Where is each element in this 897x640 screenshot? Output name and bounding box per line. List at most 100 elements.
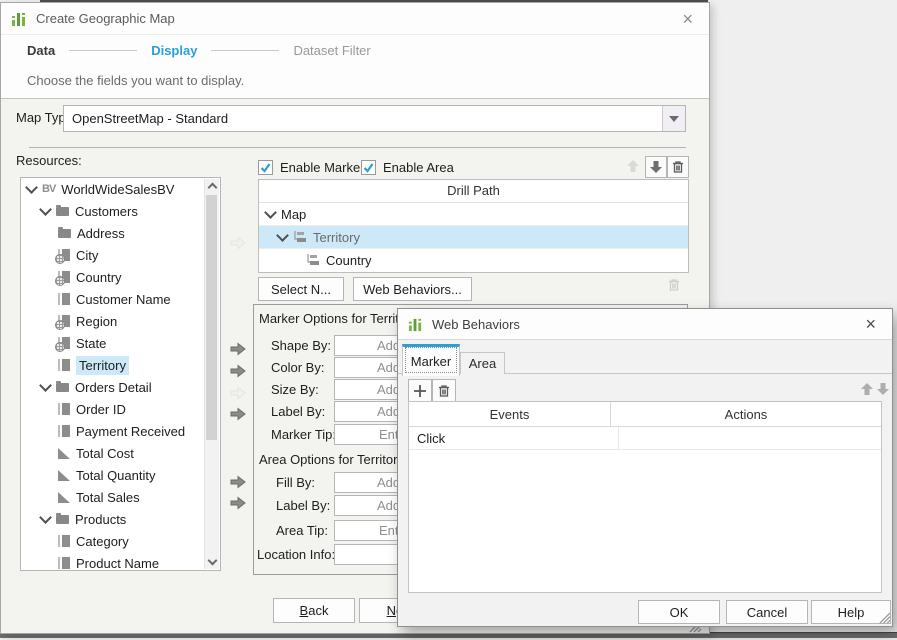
tree-item-address[interactable]: Address [21, 222, 220, 244]
tree-item-customer-name[interactable]: Customer Name [21, 288, 220, 310]
globe-icon [55, 276, 65, 286]
tree-item-order-id[interactable]: Order ID [21, 398, 220, 420]
close-icon[interactable]: × [676, 10, 699, 28]
tree-item-orders-detail[interactable]: Orders Detail [21, 376, 220, 398]
move-right-arrow-disabled [228, 383, 248, 402]
tree-item-country[interactable]: Country [21, 266, 220, 288]
back-button-mnemonic: B [300, 603, 309, 618]
tab-area[interactable]: Area [460, 352, 505, 374]
chevron-down-icon[interactable] [25, 181, 38, 194]
tree-item-label: Customers [75, 204, 138, 219]
move-right-arrow[interactable] [228, 339, 248, 358]
tree-item-worldwidesalesbv[interactable]: BV WorldWideSalesBV [21, 178, 220, 200]
tree-item-territory[interactable]: Territory [21, 354, 220, 376]
tree-item-category[interactable]: Category [21, 530, 220, 552]
dimension-field-icon [58, 359, 70, 371]
tree-item-label: Payment Received [76, 424, 185, 439]
delete-drill-button[interactable] [667, 156, 689, 178]
help-button-label: Help [838, 605, 865, 620]
geo-field-icon [58, 315, 70, 327]
tree-item-label: Product Name [76, 556, 159, 571]
chevron-down-icon[interactable] [39, 379, 52, 392]
tree-item-city[interactable]: City [21, 244, 220, 266]
add-event-button[interactable] [408, 379, 432, 402]
move-right-arrow[interactable] [228, 493, 248, 512]
tree-item-label-selected: Territory [76, 356, 129, 375]
drill-row-map[interactable]: Map [259, 203, 688, 226]
wizard-connector [69, 50, 137, 51]
enable-area-checkbox[interactable]: Enable Area [361, 160, 454, 175]
scroll-up-icon[interactable] [208, 183, 218, 193]
fill-by-label: Fill By: [276, 475, 315, 490]
location-info-label: Location Info: [257, 547, 335, 562]
map-type-dropdown[interactable]: OpenStreetMap - Standard [63, 105, 686, 132]
drill-row-country[interactable]: Country [259, 249, 688, 271]
tree-item-label: Total Cost [76, 446, 134, 461]
chevron-down-icon[interactable] [264, 206, 277, 219]
tree-item-product-name[interactable]: Product Name [21, 552, 220, 574]
geo-field-icon [58, 337, 70, 349]
scroll-down-icon[interactable] [208, 556, 218, 566]
tree-item-total-quantity[interactable]: Total Quantity [21, 464, 220, 486]
marker-options-title: Marker Options for Territory [259, 311, 417, 326]
move-right-arrow[interactable] [228, 404, 248, 423]
resources-label: Resources: [16, 153, 82, 168]
back-button[interactable]: Back [273, 598, 355, 623]
label-by-label: Label By: [271, 404, 325, 419]
web-behaviors-title: Web Behaviors [432, 317, 520, 332]
tree-item-label: Orders Detail [75, 380, 152, 395]
web-behaviors-button[interactable]: Web Behaviors... [353, 277, 472, 301]
enable-marker-label: Enable Marker [280, 160, 365, 175]
tree-item-label: State [76, 336, 106, 351]
wizard-step-dataset-filter[interactable]: Dataset Filter [293, 43, 370, 58]
ok-button[interactable]: OK [638, 600, 720, 624]
tree-item-state[interactable]: State [21, 332, 220, 354]
cancel-button[interactable]: Cancel [726, 600, 808, 624]
dimension-field-icon [58, 425, 70, 437]
area-tip-label: Area Tip: [276, 523, 328, 538]
tree-item-total-sales[interactable]: Total Sales [21, 486, 220, 508]
checkbox-checked-icon[interactable] [361, 160, 376, 175]
tree-item-label: City [76, 248, 98, 263]
marker-tip-label: Marker Tip: [271, 427, 336, 442]
tab-area-label: Area [469, 356, 496, 371]
folder-icon [56, 515, 69, 524]
chevron-down-icon[interactable] [39, 511, 52, 524]
tree-item-customers[interactable]: Customers [21, 200, 220, 222]
wizard-step-data[interactable]: Data [27, 43, 55, 58]
drill-row-label: Territory [313, 230, 360, 245]
scrollbar-thumb[interactable] [206, 195, 217, 440]
move-right-arrow[interactable] [228, 361, 248, 380]
measure-field-icon [58, 470, 70, 481]
chevron-down-icon[interactable] [39, 203, 52, 216]
tree-item-total-cost[interactable]: Total Cost [21, 442, 220, 464]
ok-button-label: OK [670, 605, 689, 620]
move-down-button[interactable] [645, 156, 667, 178]
tree-item-label: Total Quantity [76, 468, 156, 483]
tab-marker-label: Marker [411, 354, 451, 369]
main-titlebar: Create Geographic Map × [1, 3, 709, 35]
app-logo-icon [408, 317, 423, 332]
close-icon[interactable]: × [859, 315, 882, 333]
dropdown-arrow-button[interactable] [662, 106, 685, 131]
enable-area-label: Enable Area [383, 160, 454, 175]
move-right-arrow[interactable] [228, 472, 248, 491]
web-behaviors-tabs: Marker Area [398, 344, 892, 374]
tree-item-payment-received[interactable]: Payment Received [21, 420, 220, 442]
tree-item-products[interactable]: Products [21, 508, 220, 530]
tree-item-region[interactable]: Region [21, 310, 220, 332]
table-row-click[interactable]: Click [409, 427, 881, 450]
drill-row-territory[interactable]: Territory [259, 226, 688, 249]
tree-scrollbar[interactable] [204, 179, 219, 569]
wizard-step-display[interactable]: Display [151, 43, 197, 58]
action-cell[interactable] [619, 427, 881, 449]
enable-marker-checkbox[interactable]: Enable Marker [258, 160, 365, 175]
select-button[interactable]: Select N... [258, 277, 344, 301]
event-cell[interactable]: Click [409, 427, 619, 449]
folder-icon [56, 207, 69, 216]
tab-marker[interactable]: Marker [402, 344, 460, 376]
delete-event-button[interactable] [432, 379, 456, 402]
web-resize-grip[interactable] [878, 612, 891, 627]
checkbox-checked-icon[interactable] [258, 160, 273, 175]
chevron-down-icon[interactable] [276, 229, 289, 242]
